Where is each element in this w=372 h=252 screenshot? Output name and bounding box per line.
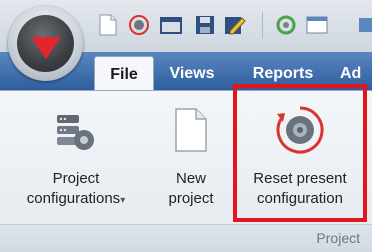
project-configurations-label-2: configurations▾ bbox=[26, 190, 126, 207]
server-config-icon bbox=[6, 99, 146, 161]
window-icon-partial[interactable] bbox=[358, 12, 372, 38]
highlight-box bbox=[233, 84, 367, 222]
project-configurations-label-1: Project bbox=[52, 170, 100, 187]
refresh-icon[interactable] bbox=[274, 12, 298, 38]
open-folder-icon[interactable] bbox=[158, 12, 184, 38]
dropdown-caret-icon[interactable]: ▾ bbox=[120, 195, 125, 206]
tab-file[interactable]: File bbox=[94, 56, 154, 91]
edit-icon[interactable] bbox=[222, 12, 248, 38]
new-project-label-1: New bbox=[175, 170, 206, 187]
new-document-icon[interactable] bbox=[96, 12, 120, 38]
new-project-document-icon bbox=[156, 99, 226, 161]
tab-views[interactable]: Views bbox=[160, 56, 224, 90]
new-project-label-2: project bbox=[168, 190, 214, 207]
app-logo-icon[interactable] bbox=[8, 6, 83, 81]
new-project-button[interactable]: New project bbox=[156, 99, 226, 209]
project-group-label: Project bbox=[316, 230, 360, 246]
save-icon[interactable] bbox=[192, 12, 218, 38]
window-icon[interactable] bbox=[304, 12, 330, 38]
project-group-label-bar: Project bbox=[0, 224, 372, 252]
toolbar-separator bbox=[262, 12, 263, 38]
project-configurations-button[interactable]: Project configurations▾ bbox=[6, 99, 146, 211]
reset-gear-icon[interactable] bbox=[126, 12, 152, 38]
